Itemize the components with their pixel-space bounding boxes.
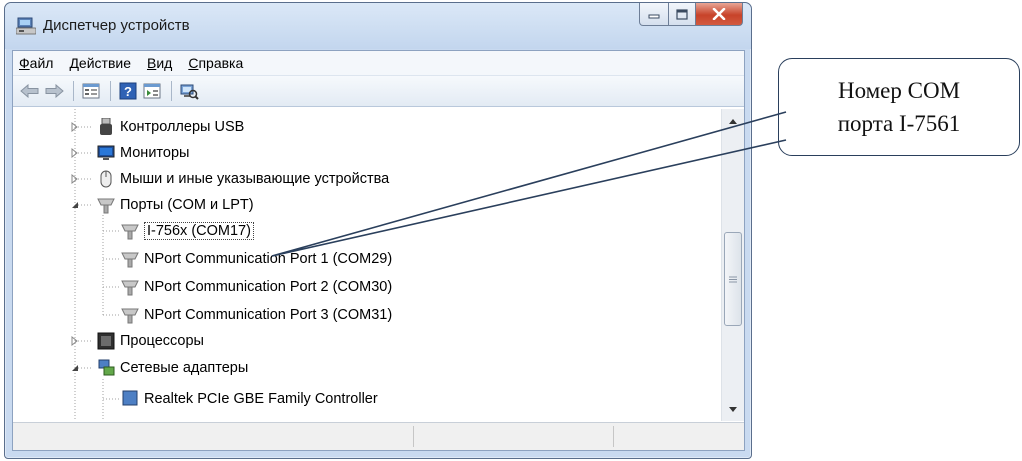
monitor-icon (97, 144, 115, 162)
show-hidden-icon (143, 83, 161, 99)
callout-line-2: порта I-7561 (837, 111, 961, 136)
status-divider (613, 426, 614, 447)
callout-box: Номер COM порта I-7561 (778, 58, 1020, 156)
properties-icon (82, 83, 100, 99)
scan-hardware-button[interactable] (178, 80, 200, 102)
tree-item-i756x-com17[interactable]: I-756x (COM17) (121, 219, 254, 243)
toolbar: ? (13, 76, 744, 107)
window-title: Диспетчер устройств (43, 17, 190, 34)
usb-icon (97, 118, 115, 136)
menu-help[interactable]: Справка (188, 55, 243, 71)
help-button[interactable]: ? (117, 80, 139, 102)
collapsed-arrow-icon[interactable] (70, 148, 80, 158)
tree-item-nport-com30[interactable]: NPort Communication Port 2 (COM30) (121, 275, 392, 299)
show-hidden-button[interactable] (141, 80, 163, 102)
toolbar-separator (110, 81, 111, 101)
tree-item-label: Порты (COM и LPT) (120, 197, 254, 213)
menu-bar: Файл Действие Вид Справка (13, 51, 744, 76)
menu-file[interactable]: Файл (19, 55, 53, 71)
menu-help-label: правка (198, 55, 244, 71)
menu-action-label: ействие (78, 55, 131, 71)
title-bar[interactable]: Диспетчер устройств (5, 3, 751, 49)
tree-item-usb-controllers[interactable]: Контроллеры USB (97, 115, 244, 139)
expanded-arrow-icon[interactable] (70, 200, 80, 210)
grip-icon (729, 276, 737, 282)
svg-text:?: ? (124, 84, 132, 99)
back-arrow-icon (20, 84, 39, 98)
device-manager-window: Диспетчер устройств Файл Действие Вид Сп… (4, 2, 752, 459)
tree-item-label: Сетевые адаптеры (120, 360, 249, 376)
back-button[interactable] (19, 80, 41, 102)
tree-item-label: I-756x (COM17) (144, 222, 254, 240)
status-bar (13, 422, 744, 450)
processor-icon (97, 332, 115, 350)
menu-view-label: ид (156, 55, 173, 71)
minimize-button[interactable] (639, 3, 669, 26)
menu-help-mnemonic: С (188, 55, 199, 71)
scroll-up-button[interactable] (722, 111, 744, 131)
tree-item-label: Мыши и иные указывающие устройства (120, 171, 390, 187)
minimize-icon (648, 14, 660, 19)
scroll-thumb[interactable] (724, 232, 742, 326)
tree-item-nport-com31[interactable]: NPort Communication Port 3 (COM31) (121, 303, 392, 327)
forward-arrow-icon (45, 84, 64, 98)
menu-file-label: айл (29, 55, 54, 71)
tree-item-network-adapters[interactable]: Сетевые адаптеры (97, 356, 248, 380)
help-icon: ? (119, 82, 137, 100)
port-icon (121, 278, 139, 296)
mouse-icon (97, 170, 115, 188)
tree-item-label: NPort Communication Port 2 (COM30) (144, 279, 393, 295)
tree-item-network-controller[interactable]: Realtek PCIe GBE Family Controller (121, 387, 378, 411)
port-icon (121, 250, 139, 268)
window-controls (639, 3, 743, 27)
status-divider (413, 426, 414, 447)
vertical-scrollbar[interactable] (721, 109, 744, 421)
network-adapter-icon (121, 390, 139, 408)
tree-item-label: Процессоры (120, 333, 204, 349)
scroll-down-button[interactable] (722, 399, 744, 419)
tree-item-label: NPort Communication Port 3 (COM31) (144, 307, 393, 323)
tree-item-processors[interactable]: Процессоры (97, 329, 204, 353)
chevron-up-icon (729, 118, 737, 124)
device-manager-icon (16, 17, 36, 35)
maximize-button[interactable] (669, 3, 696, 26)
network-adapter-icon (97, 359, 115, 377)
collapsed-arrow-icon[interactable] (70, 122, 80, 132)
callout-line-1: Номер COM (837, 78, 961, 103)
collapsed-arrow-icon[interactable] (70, 174, 80, 184)
device-tree[interactable]: Контроллеры USB Мониторы Мыши и иные ука… (13, 109, 720, 421)
menu-view[interactable]: Вид (147, 55, 172, 71)
tree-item-label: Realtek PCIe GBE Family Controller (144, 391, 378, 407)
tree-item-mice[interactable]: Мыши и иные указывающие устройства (97, 167, 389, 191)
properties-button[interactable] (80, 80, 102, 102)
port-icon (121, 306, 139, 324)
tree-item-monitors[interactable]: Мониторы (97, 141, 189, 165)
tree-item-label: NPort Communication Port 1 (COM29) (144, 251, 393, 267)
close-button[interactable] (696, 3, 743, 26)
close-icon (712, 8, 726, 20)
menu-action[interactable]: Действие (69, 55, 131, 71)
toolbar-separator (73, 81, 74, 101)
forward-button[interactable] (43, 80, 65, 102)
menu-action-mnemonic: Д (69, 55, 79, 71)
client-area: Файл Действие Вид Справка ? Контроллеры … (12, 50, 745, 451)
tree-item-label: Контроллеры USB (120, 119, 245, 135)
tree-item-ports[interactable]: Порты (COM и LPT) (97, 193, 254, 217)
collapsed-arrow-icon[interactable] (70, 336, 80, 346)
scan-hardware-icon (180, 84, 199, 100)
port-icon (97, 196, 115, 214)
menu-view-mnemonic: В (146, 55, 157, 71)
tree-item-nport-com29[interactable]: NPort Communication Port 1 (COM29) (121, 247, 392, 271)
tree-item-label: Мониторы (120, 145, 190, 161)
toolbar-separator (171, 81, 172, 101)
menu-file-mnemonic: Ф (19, 55, 30, 71)
chevron-down-icon (729, 406, 737, 412)
port-icon (121, 222, 139, 240)
expanded-arrow-icon[interactable] (70, 363, 80, 373)
maximize-icon (676, 8, 688, 20)
